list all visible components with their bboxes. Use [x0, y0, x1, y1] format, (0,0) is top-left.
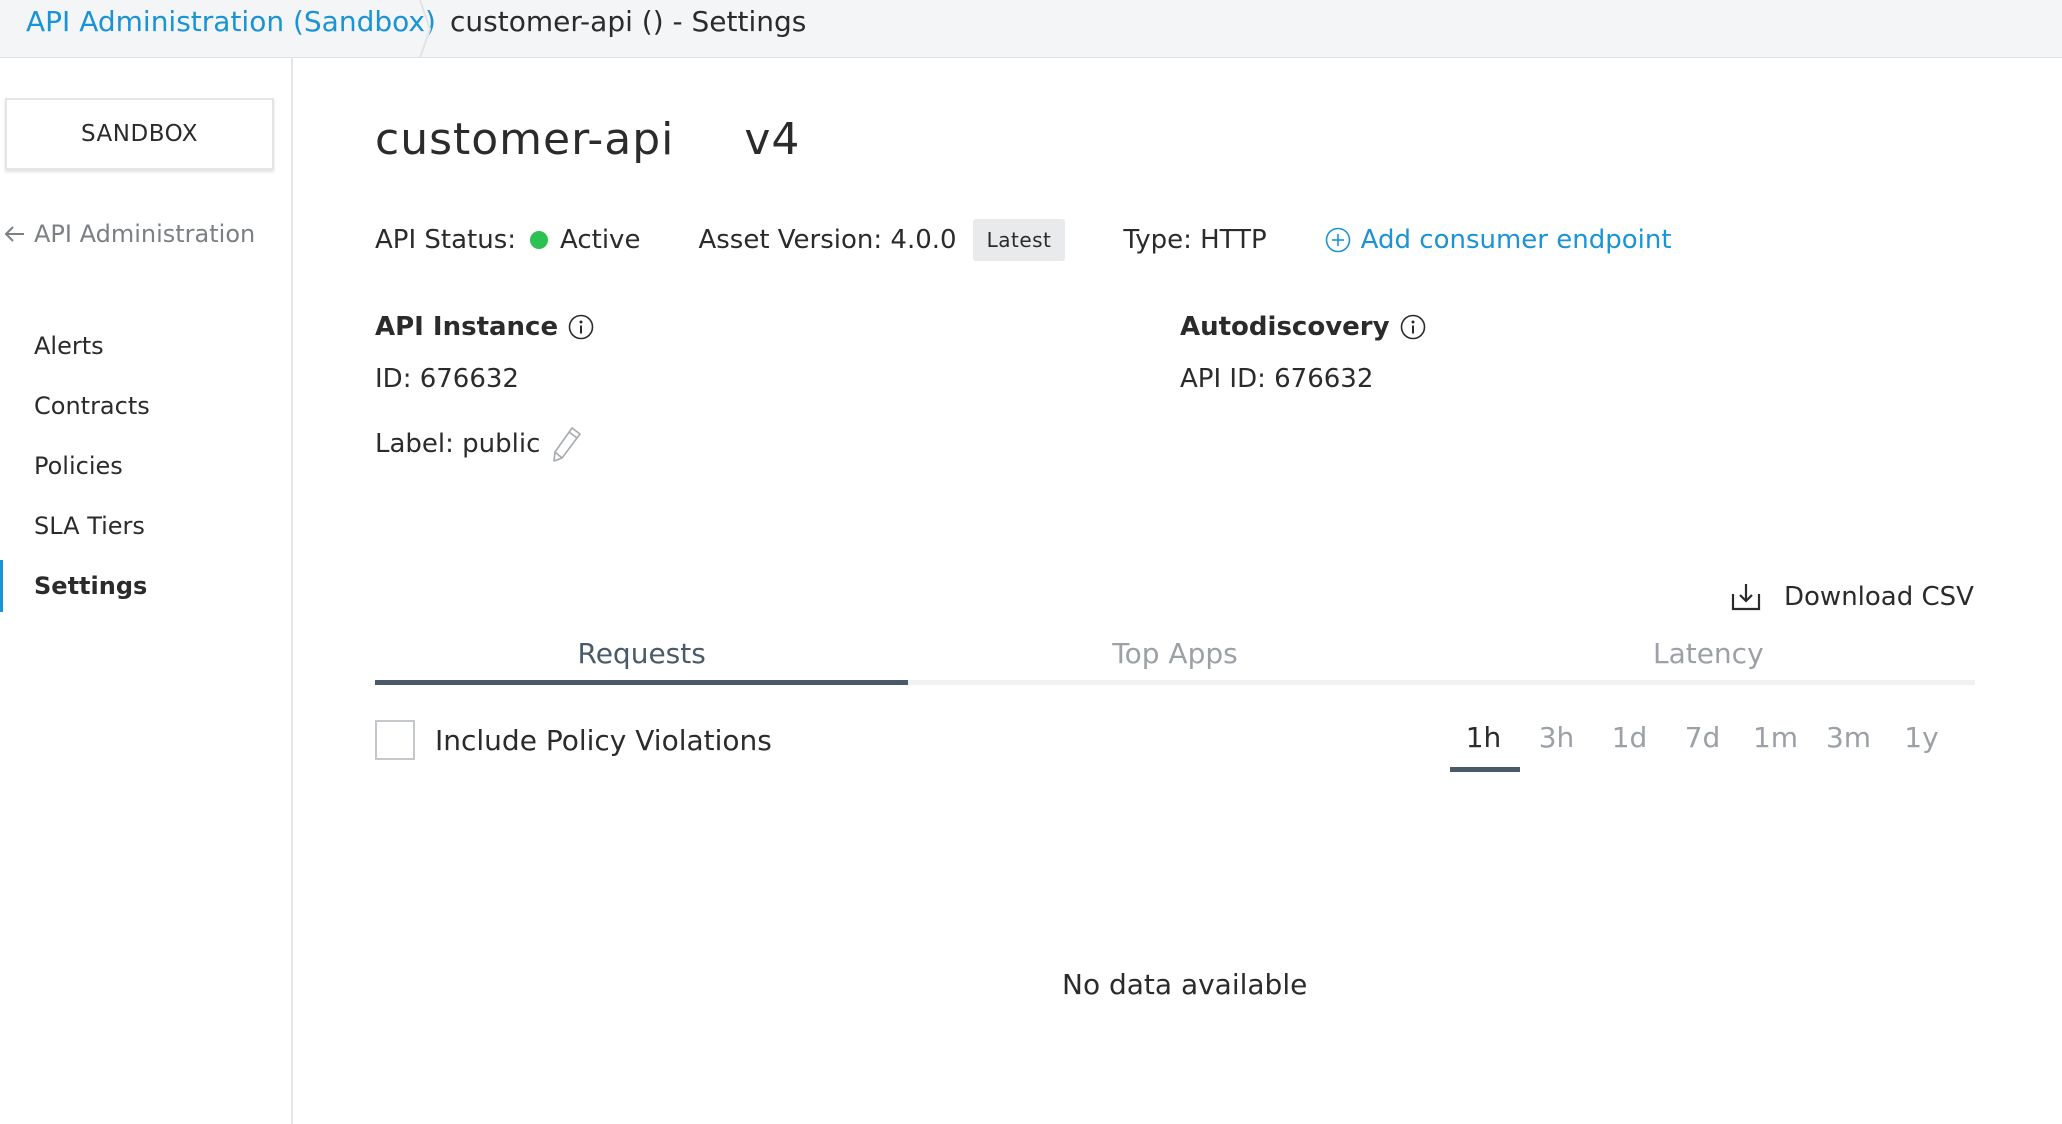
sidebar-nav: Alerts Contracts Policies SLA Tiers Sett… [0, 316, 293, 616]
include-policy-violations-row: Include Policy Violations [375, 720, 772, 760]
back-link-label: API Administration [34, 220, 256, 248]
environment-selector-button[interactable]: SANDBOX [5, 98, 274, 170]
arrow-left-icon [4, 226, 24, 242]
include-policy-violations-label: Include Policy Violations [435, 723, 772, 757]
pencil-edit-icon[interactable] [550, 424, 584, 464]
back-to-api-administration-link[interactable]: API Administration [0, 220, 255, 248]
api-status-value: Active [560, 225, 641, 255]
api-instance-heading: API Instance [375, 312, 594, 342]
sidebar-item-settings[interactable]: Settings [0, 556, 293, 616]
add-consumer-endpoint-link[interactable]: Add consumer endpoint [1325, 225, 1672, 255]
add-consumer-endpoint-label: Add consumer endpoint [1360, 225, 1672, 255]
breadcrumb-current-page: customer-api () - Settings [450, 5, 807, 38]
tab-latency[interactable]: Latency [1442, 633, 1975, 680]
download-csv-label: Download CSV [1784, 582, 1974, 612]
breadcrumb: API Administration (Sandbox) customer-ap… [0, 0, 2062, 58]
sidebar-item-alerts[interactable]: Alerts [0, 316, 293, 376]
main-content: customer-api v4 API Status: Active Asset… [295, 58, 2062, 1124]
download-icon [1731, 584, 1761, 611]
download-csv-button[interactable]: Download CSV [1730, 582, 1974, 612]
autodiscovery-heading: Autodiscovery [1180, 312, 1426, 342]
api-version: v4 [744, 114, 801, 165]
range-1y[interactable]: 1y [1885, 712, 1958, 772]
time-range-selector: 1h 3h 1d 7d 1m 3m 1y [1447, 712, 1958, 772]
api-status-row: API Status: Active Asset Version: 4.0.0 … [375, 218, 1672, 262]
info-icon[interactable] [1400, 314, 1426, 340]
tab-requests[interactable]: Requests [375, 633, 909, 685]
breadcrumb-separator [419, 0, 432, 58]
api-instance-label: Label: public [375, 429, 541, 459]
plus-circle-icon [1325, 227, 1350, 253]
status-indicator-dot [530, 231, 549, 249]
latest-badge: Latest [972, 219, 1066, 261]
analytics-tabs: Requests Top Apps Latency [375, 633, 1975, 685]
api-instance-label-row: Label: public [375, 424, 584, 464]
range-3m[interactable]: 3m [1812, 712, 1885, 772]
range-1d[interactable]: 1d [1593, 712, 1666, 772]
autodiscovery-title: Autodiscovery [1180, 312, 1390, 342]
sidebar-item-sla-tiers[interactable]: SLA Tiers [0, 496, 293, 556]
autodiscovery-api-id: API ID: 676632 [1180, 364, 1374, 394]
sidebar: SANDBOX API Administration Alerts Contra… [0, 58, 293, 1124]
page-title: customer-api v4 [375, 114, 800, 165]
asset-version: Asset Version: 4.0.0 [698, 225, 957, 255]
tab-top-apps[interactable]: Top Apps [908, 633, 1441, 680]
api-instance-id: ID: 676632 [375, 364, 519, 394]
api-type: Type: HTTP [1123, 225, 1267, 255]
range-7d[interactable]: 7d [1666, 712, 1739, 772]
range-3h[interactable]: 3h [1520, 712, 1593, 772]
range-1h[interactable]: 1h [1447, 712, 1520, 772]
api-status-label: API Status: [375, 225, 517, 255]
info-icon[interactable] [568, 314, 594, 340]
include-policy-violations-checkbox[interactable] [375, 720, 415, 760]
api-name: customer-api [375, 114, 675, 165]
empty-state-message: No data available [1062, 968, 1308, 1001]
sidebar-item-policies[interactable]: Policies [0, 436, 293, 496]
range-1m[interactable]: 1m [1739, 712, 1812, 772]
api-instance-title: API Instance [375, 312, 559, 342]
breadcrumb-link-api-administration[interactable]: API Administration (Sandbox) [26, 4, 436, 40]
sidebar-item-contracts[interactable]: Contracts [0, 376, 293, 436]
